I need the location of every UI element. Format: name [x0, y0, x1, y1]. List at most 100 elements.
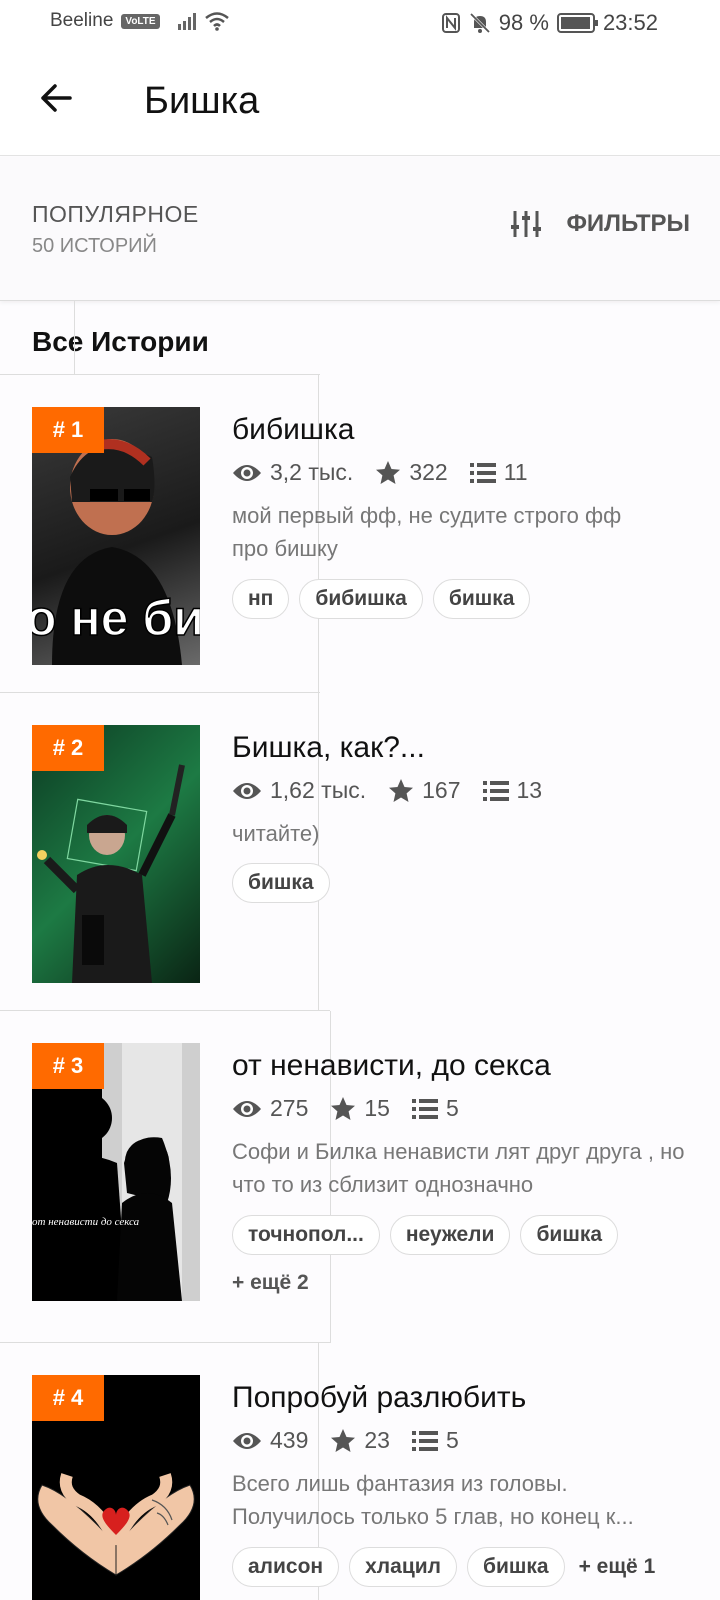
tag-list: бишка	[232, 863, 330, 903]
story-cover[interactable]: от ненависти до секса # 3	[32, 1043, 200, 1301]
battery-icon	[556, 13, 598, 33]
parts-stat: 5	[411, 1427, 459, 1454]
filters-label: ФИЛЬТРЫ	[566, 210, 690, 237]
eye-icon	[233, 464, 261, 481]
rank-badge: # 3	[32, 1043, 104, 1089]
story-description: мой первый фф, не судите строго фф про б…	[232, 503, 622, 561]
story-stats: 3,2 тыс. 322 11	[232, 459, 550, 486]
tag-list: алисон хлацил бишка + ещё 1	[232, 1547, 659, 1587]
tag-list: точнопол... неужели бишка	[232, 1215, 619, 1255]
list-icon	[411, 1098, 438, 1119]
parts-stat: 11	[469, 459, 528, 486]
nfc-icon	[441, 13, 460, 33]
story-description: Всего лишь фантазия из головы. Получилос…	[232, 1471, 634, 1529]
tag-chip[interactable]: хлацил	[349, 1547, 457, 1587]
story-description: Софи и Билка ненависти лят друг друга , …	[232, 1139, 685, 1197]
clock: 23:52	[602, 10, 658, 35]
back-arrow-icon[interactable]	[36, 78, 76, 118]
views-count: 3,2 тыс.	[270, 459, 354, 485]
section-title: Все Истории	[32, 326, 209, 357]
sliders-icon	[511, 211, 542, 237]
story-title[interactable]: Попробуй разлюбить	[232, 1381, 526, 1415]
star-icon	[389, 778, 414, 802]
tag-chip[interactable]: бишка	[466, 1547, 565, 1587]
story-card[interactable]: # 2 Бишка, как?... 1,62 тыс. 167 13 чита…	[0, 693, 720, 1011]
views-count: 1,62 тыс.	[270, 777, 367, 803]
story-card[interactable]: о не биш # 1 бибишка 3,2 тыс. 322 11 мой…	[0, 375, 720, 693]
votes-count: 322	[409, 459, 448, 485]
cover-caption: от ненависти до секса	[32, 1216, 140, 1228]
tag-chip[interactable]: нп	[232, 579, 290, 619]
sort-bar: ПОПУЛЯРНОЕ 50 ИСТОРИЙ ФИЛЬТРЫ	[0, 157, 720, 301]
parts-stat: 13	[482, 777, 543, 804]
story-stats: 1,62 тыс. 167 13	[232, 777, 564, 804]
story-stats: 275 15 5	[232, 1095, 481, 1122]
tag-list: нп бибишка бишка	[232, 579, 531, 619]
votes-stat: 15	[330, 1095, 390, 1122]
star-icon	[376, 460, 401, 484]
votes-stat: 23	[330, 1427, 390, 1454]
parts-count: 11	[503, 459, 528, 485]
list-icon	[469, 462, 496, 483]
sort-title[interactable]: ПОПУЛЯРНОЕ	[32, 201, 199, 228]
story-title[interactable]: бибишка	[232, 413, 354, 447]
votes-count: 167	[422, 777, 461, 803]
bell-muted-icon	[469, 12, 490, 34]
eye-icon	[233, 1432, 261, 1449]
story-cover[interactable]: # 4	[32, 1375, 200, 1600]
views-stat: 1,62 тыс.	[232, 777, 366, 804]
status-left: Beeline VoLTE	[50, 10, 230, 32]
eye-icon	[233, 782, 261, 799]
page-title: Бишка	[144, 80, 260, 122]
story-cover[interactable]: # 2	[32, 725, 200, 983]
more-tags-link[interactable]: + ещё 1	[575, 1547, 660, 1587]
tag-chip[interactable]: неужели	[389, 1215, 511, 1255]
list-icon	[482, 780, 509, 801]
parts-count: 13	[516, 777, 543, 803]
app-bar: Бишка	[0, 46, 720, 156]
star-icon	[331, 1096, 356, 1120]
battery-percent: 98 %	[498, 10, 549, 35]
cover-caption: о не биш	[32, 590, 200, 646]
tag-chip[interactable]: бишка	[520, 1215, 619, 1255]
divider	[74, 300, 75, 375]
filters-button[interactable]: ФИЛЬТРЫ	[510, 209, 690, 239]
votes-count: 23	[364, 1427, 390, 1453]
views-count: 439	[270, 1427, 309, 1453]
story-title[interactable]: Бишка, как?...	[232, 731, 425, 765]
story-stats: 439 23 5	[232, 1427, 481, 1454]
rank-badge: # 4	[32, 1375, 104, 1421]
story-title[interactable]: от ненависти, до секса	[232, 1049, 551, 1083]
views-count: 275	[270, 1095, 309, 1121]
story-count: 50 ИСТОРИЙ	[32, 235, 157, 257]
votes-count: 15	[364, 1095, 390, 1121]
story-description: читайте)	[232, 821, 320, 846]
rank-badge: # 2	[32, 725, 104, 771]
carrier-label: Beeline	[50, 10, 114, 31]
more-tags-link[interactable]: + ещё 2	[232, 1271, 309, 1295]
status-right: 98 % 23:52	[441, 10, 658, 36]
views-stat: 275	[232, 1095, 308, 1122]
story-card[interactable]: от ненависти до секса # 3 от ненависти, …	[0, 1011, 720, 1343]
tag-chip[interactable]: бишка	[232, 863, 330, 903]
signal-icon	[177, 12, 196, 30]
parts-stat: 5	[411, 1095, 459, 1122]
tag-chip[interactable]: бишка	[432, 579, 531, 619]
star-icon	[331, 1428, 356, 1452]
status-bar: Beeline VoLTE 98 % 23:52	[0, 0, 720, 46]
tag-chip[interactable]: бибишка	[299, 579, 423, 619]
volte-badge: VoLTE	[121, 13, 160, 29]
story-card[interactable]: # 4 Попробуй разлюбить 439 23 5 Всего ли…	[0, 1343, 720, 1600]
eye-icon	[233, 1100, 261, 1117]
tag-chip[interactable]: точнопол...	[232, 1215, 380, 1255]
wifi-icon	[204, 12, 229, 31]
list-icon	[411, 1430, 438, 1451]
tag-chip[interactable]: алисон	[232, 1547, 340, 1587]
views-stat: 3,2 тыс.	[232, 459, 353, 486]
votes-stat: 322	[375, 459, 448, 486]
story-cover[interactable]: о не биш # 1	[32, 407, 200, 665]
parts-count: 5	[445, 1427, 459, 1453]
views-stat: 439	[232, 1427, 308, 1454]
votes-stat: 167	[388, 777, 461, 804]
rank-badge: # 1	[32, 407, 104, 453]
